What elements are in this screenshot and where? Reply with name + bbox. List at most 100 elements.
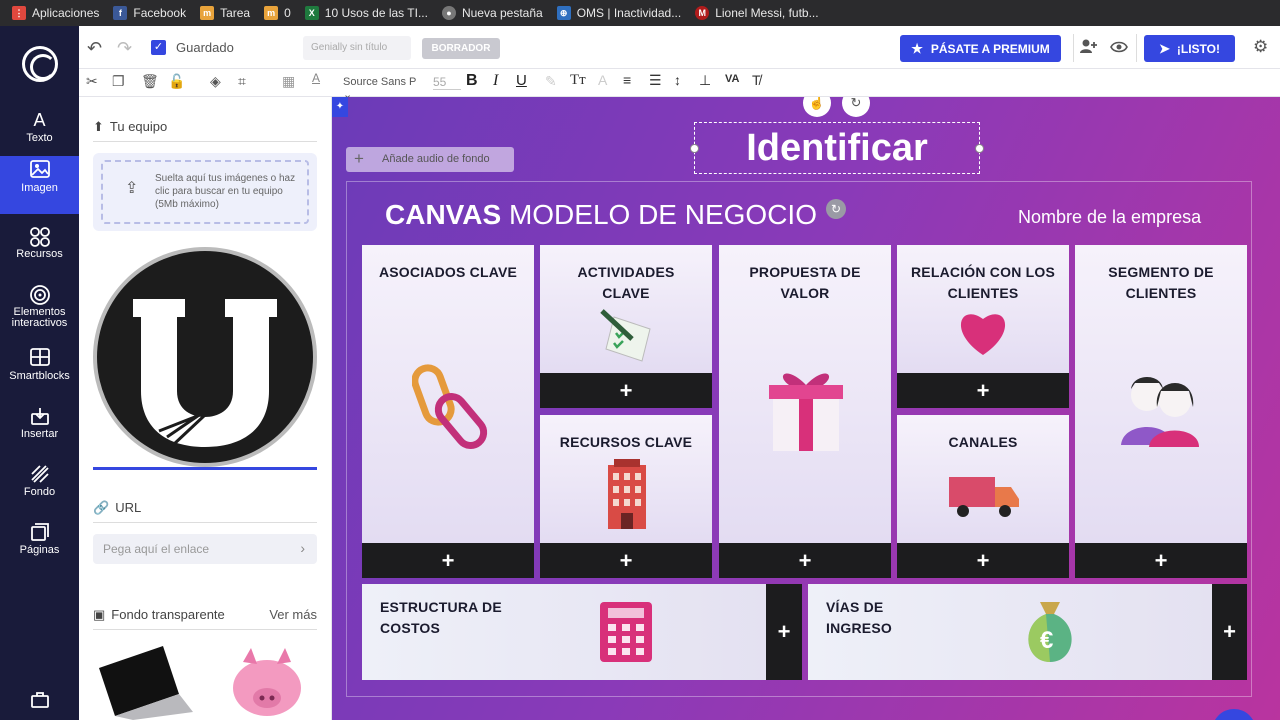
editor-canvas[interactable]: ✦ ☝ ↻ + Añade audio de fondo Identificar… <box>332 97 1280 720</box>
add-user-icon[interactable] <box>1079 38 1097 57</box>
rail-item-smartblocks[interactable]: Smartblocks <box>0 344 79 402</box>
bookmark-zero[interactable]: m0 <box>264 6 291 20</box>
piggy-bank-thumbnail[interactable] <box>229 642 304 720</box>
card-recursos-clave[interactable]: RECURSOS CLAVE <box>540 415 712 543</box>
bookmark-oms[interactable]: ⊕ OMS | Inactividad... <box>556 6 681 20</box>
text-transform-icon[interactable]: Tт <box>570 72 586 89</box>
font-size-input[interactable]: 55 <box>433 75 461 90</box>
team-section-title: ⬆ Tu equipo <box>93 119 317 142</box>
bold-icon[interactable]: B <box>466 72 478 90</box>
selected-heading-box[interactable]: Identificar <box>690 122 984 174</box>
gear-icon[interactable]: ⚙ <box>1253 37 1268 57</box>
rail-item-elementos-interactivos[interactable]: Elementos interactivos <box>0 280 79 346</box>
line-height-icon[interactable]: ↕ <box>674 72 681 88</box>
bookmark-apps[interactable]: ⋮ Aplicaciones <box>12 6 99 20</box>
cut-icon[interactable]: ✂ <box>86 73 98 90</box>
undo-icon[interactable]: ↶ <box>87 38 102 59</box>
page-heading[interactable]: Identificar <box>695 123 979 173</box>
text-color-icon[interactable]: A <box>312 71 320 85</box>
card-segmento-clientes[interactable]: SEGMENTO DE CLIENTES <box>1075 245 1247 543</box>
calculator-icon <box>600 602 652 667</box>
image-panel: ⬆ Tu equipo ⇪ Suelta aquí tus imágenes o … <box>79 97 332 720</box>
rotate-icon[interactable]: ↻ <box>842 97 870 117</box>
tools-rail: A Texto Imagen Recursos Elementos intera… <box>0 26 79 720</box>
resize-handle-left[interactable] <box>690 144 699 153</box>
card-canales[interactable]: CANALES <box>897 415 1069 543</box>
transparent-section-title: ▣ Fondo transparente Ver más <box>93 607 317 630</box>
italic-icon[interactable]: I <box>493 72 498 90</box>
rail-item-fondo[interactable]: Fondo <box>0 460 79 518</box>
delivery-truck-icon <box>947 473 1021 524</box>
upload-progress <box>93 467 317 470</box>
highlighter-icon[interactable]: ✎ <box>545 73 557 90</box>
add-audio-button[interactable]: + Añade audio de fondo <box>346 147 514 172</box>
card-propuesta-de-valor[interactable]: PROPUESTA DE VALOR <box>719 245 891 543</box>
briefcase-icon[interactable] <box>31 692 49 708</box>
duplicate-icon[interactable]: ❐ <box>112 73 125 90</box>
bookmark-nueva-pestana[interactable]: ● Nueva pestaña <box>441 6 543 20</box>
see-more-link[interactable]: Ver más <box>269 607 317 622</box>
layers-icon[interactable]: ◈ <box>210 73 221 90</box>
resize-handle-right[interactable] <box>975 144 984 153</box>
vertical-align-icon[interactable]: ⊥ <box>699 72 711 89</box>
card-estructura-costos[interactable]: ESTRUCTURA DE COSTOS <box>362 584 766 680</box>
trash-icon[interactable]: 🗑 <box>141 73 159 90</box>
rail-item-paginas[interactable]: Páginas <box>0 518 79 576</box>
card-asociados-clave[interactable]: ASOCIADOS CLAVE <box>362 245 534 543</box>
underline-icon[interactable]: U <box>516 72 527 89</box>
bookmark-usos-ti[interactable]: X 10 Usos de las TI... <box>304 6 428 20</box>
hand-interaction-icon[interactable]: ☝ <box>803 97 831 117</box>
clear-format-icon[interactable]: T̸ <box>752 72 761 88</box>
premium-button[interactable]: ★ PÁSATE A PREMIUM <box>900 35 1061 62</box>
transparency-icon[interactable]: ▦ <box>282 73 295 90</box>
add-ingresos-button[interactable]: + <box>1212 584 1247 680</box>
url-input[interactable]: Pega aquí el enlace › <box>93 534 317 564</box>
pin-icon[interactable]: ✦ <box>332 97 348 117</box>
canvas-title: CANVAS MODELO DE NEGOCIO <box>385 199 817 230</box>
euro-money-bag-icon: € <box>1022 598 1078 669</box>
align-box-icon[interactable]: ⌗ <box>238 73 246 90</box>
card-relacion-clientes[interactable]: RELACIÓN CON LOS CLIENTES <box>897 245 1069 373</box>
card-vias-ingreso[interactable]: VÍAS DE INGRESO € <box>808 584 1212 680</box>
laptop-thumbnail[interactable] <box>93 642 193 720</box>
text-shadow-icon[interactable]: A <box>598 72 607 88</box>
bookmarks-bar: ⋮ Aplicaciones f Facebook m Tarea m0 X 10 Us… <box>0 0 1280 26</box>
add-recursos-button[interactable]: + <box>540 543 712 578</box>
bookmark-tarea[interactable]: m Tarea <box>200 6 250 20</box>
genially-logo-icon[interactable] <box>22 46 58 82</box>
add-relacion-button[interactable]: + <box>897 373 1069 408</box>
add-actividades-button[interactable]: + <box>540 373 712 408</box>
rail-item-insertar[interactable]: Insertar <box>0 402 79 460</box>
rail-item-imagen[interactable]: Imagen <box>0 156 79 214</box>
uploaded-logo-image[interactable] <box>93 247 317 467</box>
lock-icon[interactable]: 🔓 <box>168 73 185 90</box>
upload-icon: ⬆ <box>93 119 104 134</box>
insert-icon <box>29 406 51 426</box>
card-actividades-clave[interactable]: ACTIVIDADES CLAVE <box>540 245 712 373</box>
heart-icon <box>957 309 1009 362</box>
refresh-icon[interactable]: ↻ <box>826 199 846 219</box>
title-input[interactable]: Genially sin título <box>303 36 411 60</box>
bookmark-messi[interactable]: M Lionel Messi, futb... <box>695 6 819 20</box>
add-canales-button[interactable]: + <box>897 543 1069 578</box>
letter-spacing-icon[interactable]: VA <box>725 73 739 85</box>
chevron-right-icon[interactable]: › <box>300 540 305 556</box>
ready-button[interactable]: ➤ ¡LISTO! <box>1144 35 1235 62</box>
messi-site-icon: M <box>695 6 710 20</box>
help-bubble-button[interactable] <box>1212 709 1256 720</box>
redo-icon[interactable]: ↷ <box>117 38 132 59</box>
bookmark-facebook[interactable]: f Facebook <box>113 6 186 20</box>
preview-eye-icon[interactable] <box>1110 40 1128 56</box>
add-costos-button[interactable]: + <box>766 584 802 680</box>
list-icon[interactable]: ☰ <box>649 72 662 89</box>
image-dropzone[interactable]: ⇪ Suelta aquí tus imágenes o haz clic pa… <box>93 153 317 231</box>
add-asociados-button[interactable]: + <box>362 543 534 578</box>
rail-item-recursos[interactable]: Recursos <box>0 222 79 280</box>
align-center-icon[interactable]: ≡ <box>623 72 631 88</box>
pages-icon <box>29 522 51 542</box>
excel-icon: X <box>304 6 319 20</box>
format-toolbar: ✂ ❐ 🗑 🔓 ◈ ⌗ ▦ A Source Sans P ⌄ 55 B I U… <box>79 69 1280 101</box>
company-name[interactable]: Nombre de la empresa <box>1018 207 1201 228</box>
add-segmento-button[interactable]: + <box>1075 543 1247 578</box>
add-propuesta-button[interactable]: + <box>719 543 891 578</box>
